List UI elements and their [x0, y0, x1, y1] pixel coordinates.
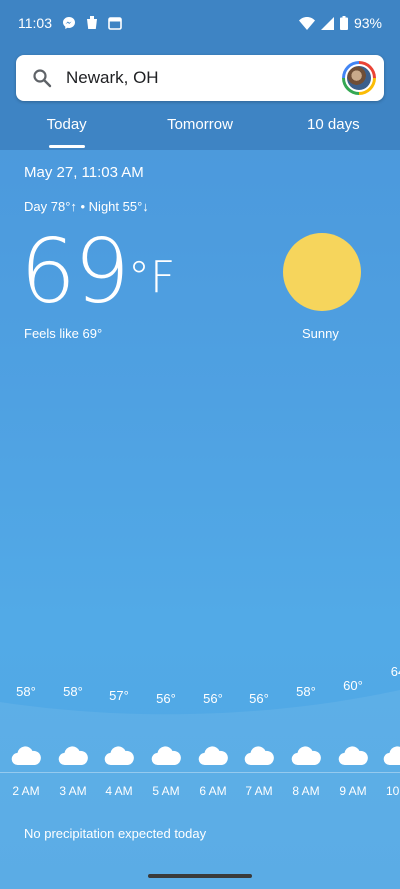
home-indicator[interactable]	[148, 874, 252, 878]
day-night-range: Day 78°↑ • Night 55°↓	[24, 199, 149, 214]
battery-percent: 93%	[353, 15, 382, 31]
cloud-icon	[11, 744, 41, 766]
calendar-icon	[108, 16, 122, 30]
tab-tomorrow[interactable]: Tomorrow	[133, 108, 266, 150]
status-bar: 11:03 93%	[0, 0, 400, 46]
search-icon[interactable]	[32, 68, 52, 88]
current-temperature: 69°F	[20, 222, 175, 322]
precipitation-summary: No precipitation expected today	[24, 826, 207, 841]
cloud-icon	[198, 744, 228, 766]
cloud-icon	[383, 744, 400, 766]
cloud-icon	[58, 744, 88, 766]
temperature-value: 69	[20, 220, 130, 323]
hourly-temp: 64	[390, 664, 400, 679]
wifi-icon	[298, 16, 315, 30]
cloud-icon	[338, 744, 368, 766]
temperature-unit: °F	[127, 252, 176, 303]
signal-icon	[320, 16, 334, 30]
day-tabs: Today Tomorrow 10 days	[0, 108, 400, 150]
location-text[interactable]: Newark, OH	[66, 68, 342, 88]
hourly-forecast[interactable]: 58° 2 AM 58° 3 AM 57° 4 AM 56° 5 AM 56° 6 AM 56° 7 …	[0, 660, 400, 810]
cup-icon	[86, 16, 98, 30]
cloud-icon	[151, 744, 181, 766]
location-search-bar[interactable]: Newark, OH	[16, 55, 384, 101]
messenger-icon	[62, 16, 76, 30]
hourly-temp: 60°	[343, 678, 363, 693]
cloud-icon	[104, 744, 134, 766]
condition-label: Sunny	[302, 326, 339, 341]
sun-icon	[283, 233, 361, 311]
hourly-time: 10 A	[385, 784, 400, 798]
avatar-photo	[345, 64, 373, 92]
battery-icon	[339, 16, 348, 30]
hourly-divider	[0, 772, 400, 773]
account-avatar[interactable]	[342, 61, 376, 95]
current-datetime: May 27, 11:03 AM	[24, 164, 144, 181]
tab-10-days[interactable]: 10 days	[267, 108, 400, 150]
cloud-icon	[244, 744, 274, 766]
tab-today[interactable]: Today	[0, 108, 133, 150]
feels-like: Feels like 69°	[24, 326, 103, 341]
cloud-icon	[291, 744, 321, 766]
status-time: 11:03	[18, 15, 52, 31]
